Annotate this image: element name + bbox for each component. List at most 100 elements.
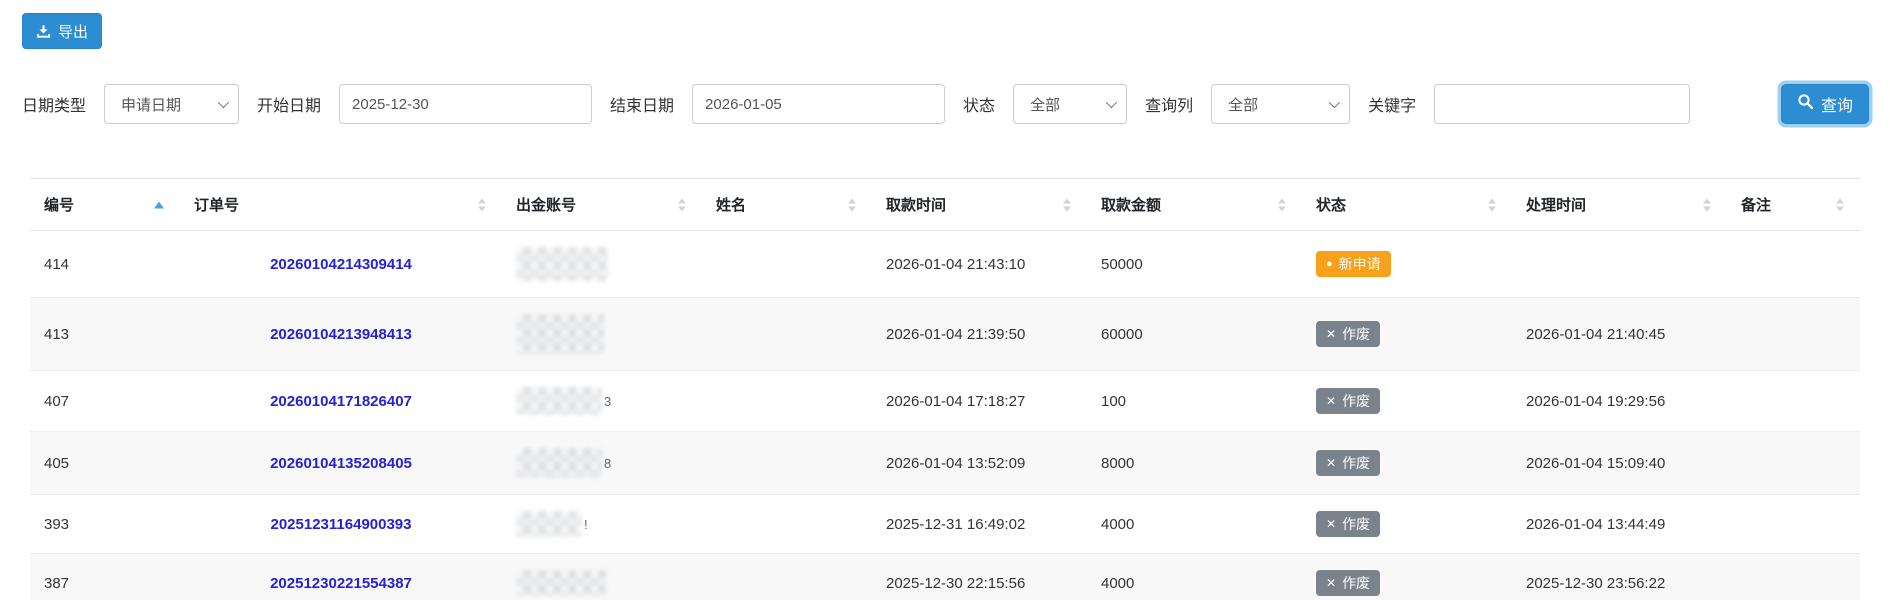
query-column-selected-value: 全部 xyxy=(1228,94,1258,115)
cell-account xyxy=(502,231,702,298)
column-header-label: 取款金额 xyxy=(1101,197,1161,214)
chevron-down-icon xyxy=(1106,97,1117,108)
column-header-account[interactable]: 出金账号 xyxy=(502,179,702,231)
column-header-order-no[interactable]: 订单号 xyxy=(180,179,502,231)
order-number-link[interactable]: 20251231164900393 xyxy=(271,516,412,533)
order-number-link[interactable]: 20251230221554387 xyxy=(270,575,412,592)
download-icon xyxy=(36,24,51,39)
cell-withdraw-time: 2025-12-30 22:15:56 xyxy=(872,554,1087,600)
cell-amount: 50000 xyxy=(1087,231,1302,298)
cell-process-time: 2026-01-04 21:40:45 xyxy=(1512,298,1727,371)
keyword-label: 关键字 xyxy=(1368,92,1416,116)
cell-amount: 8000 xyxy=(1087,432,1302,495)
status-badge-label: 新申请 xyxy=(1339,257,1381,271)
caret-updown-icon xyxy=(1488,198,1496,211)
order-number-link[interactable]: 20260104214309414 xyxy=(270,256,412,273)
date-type-label: 日期类型 xyxy=(22,92,86,116)
cell-remark xyxy=(1727,298,1860,371)
x-icon: ✕ xyxy=(1326,395,1336,407)
cell-order-no: 20260104213948413 xyxy=(180,298,502,371)
chevron-down-icon xyxy=(218,97,229,108)
x-icon: ✕ xyxy=(1326,457,1336,469)
caret-up-icon xyxy=(154,201,164,208)
column-header-name[interactable]: 姓名 xyxy=(702,179,872,231)
cell-amount: 4000 xyxy=(1087,554,1302,600)
caret-updown-icon xyxy=(848,198,856,211)
status-selected-value: 全部 xyxy=(1030,94,1060,115)
cell-status: ●新申请 xyxy=(1302,231,1512,298)
search-button-label: 查询 xyxy=(1821,92,1853,116)
caret-updown-icon xyxy=(678,198,686,211)
cell-withdraw-time: 2026-01-04 13:52:09 xyxy=(872,432,1087,495)
cell-order-no: 20260104135208405 xyxy=(180,432,502,495)
toolbar: 导出 xyxy=(0,13,1890,49)
status-badge: ✕作废 xyxy=(1316,321,1380,347)
cell-account xyxy=(502,554,702,600)
account-redacted-blob xyxy=(516,387,602,415)
status-badge-label: 作废 xyxy=(1342,576,1370,590)
cell-remark xyxy=(1727,432,1860,495)
x-icon: ✕ xyxy=(1326,518,1336,530)
column-header-remark[interactable]: 备注 xyxy=(1727,179,1860,231)
column-header-withdraw-time[interactable]: 取款时间 xyxy=(872,179,1087,231)
status-select[interactable]: 全部 xyxy=(1013,84,1127,124)
column-header-amount[interactable]: 取款金额 xyxy=(1087,179,1302,231)
date-type-select[interactable]: 申请日期 xyxy=(104,84,239,124)
column-header-label: 备注 xyxy=(1741,197,1771,214)
status-badge: ✕作废 xyxy=(1316,388,1380,414)
date-type-selected-value: 申请日期 xyxy=(121,94,181,115)
cell-order-no: 20251230221554387 xyxy=(180,554,502,600)
cell-account: 8 xyxy=(502,432,702,495)
status-badge: ✕作废 xyxy=(1316,570,1380,596)
column-header-label: 订单号 xyxy=(194,197,239,214)
search-button[interactable]: 查询 xyxy=(1781,84,1869,124)
cell-id: 393 xyxy=(30,495,180,554)
cell-id: 387 xyxy=(30,554,180,600)
order-number-link[interactable]: 20260104171826407 xyxy=(270,393,412,410)
cell-process-time: 2026-01-04 19:29:56 xyxy=(1512,371,1727,432)
end-date-input[interactable] xyxy=(692,84,945,124)
cell-name xyxy=(702,298,872,371)
account-fragment: 3 xyxy=(604,394,611,409)
cell-order-no: 20251231164900393 xyxy=(180,495,502,554)
column-header-label: 处理时间 xyxy=(1526,197,1586,214)
chevron-down-icon xyxy=(1329,97,1340,108)
column-header-process-time[interactable]: 处理时间 xyxy=(1512,179,1727,231)
order-number-link[interactable]: 20260104213948413 xyxy=(270,326,412,343)
account-redacted-blob xyxy=(516,314,604,354)
export-button[interactable]: 导出 xyxy=(22,13,102,49)
caret-updown-icon xyxy=(1703,198,1711,211)
cell-amount: 4000 xyxy=(1087,495,1302,554)
caret-updown-icon xyxy=(1063,198,1071,211)
order-number-link[interactable]: 20260104135208405 xyxy=(270,455,412,472)
cell-process-time: 2026-01-04 15:09:40 xyxy=(1512,432,1727,495)
cell-status: ✕作废 xyxy=(1302,298,1512,371)
status-badge: ●新申请 xyxy=(1316,251,1391,277)
withdrawal-table: 编号 订单号 出金账号 姓名 取款时间 xyxy=(30,178,1860,600)
filter-bar: 日期类型 申请日期 开始日期 结束日期 状态 全部 查询列 全部 关键字 xyxy=(0,84,1890,124)
keyword-input[interactable] xyxy=(1434,84,1690,124)
status-badge-label: 作废 xyxy=(1342,517,1370,531)
query-column-select[interactable]: 全部 xyxy=(1211,84,1350,124)
cell-name xyxy=(702,371,872,432)
account-redacted-blob xyxy=(516,448,602,478)
cell-account xyxy=(502,298,702,371)
cell-remark xyxy=(1727,231,1860,298)
column-header-status[interactable]: 状态 xyxy=(1302,179,1512,231)
status-badge: ✕ 作废 xyxy=(1316,511,1380,537)
cell-status: ✕作废 xyxy=(1302,554,1512,600)
start-date-input[interactable] xyxy=(339,84,592,124)
status-badge: ✕作废 xyxy=(1316,450,1380,476)
column-header-id[interactable]: 编号 xyxy=(30,179,180,231)
cell-order-no: 20260104171826407 xyxy=(180,371,502,432)
cell-id: 413 xyxy=(30,298,180,371)
cell-withdraw-time: 2025-12-31 16:49:02 xyxy=(872,495,1087,554)
cell-status: ✕作废 xyxy=(1302,371,1512,432)
cell-name xyxy=(702,231,872,298)
cell-withdraw-time: 2026-01-04 21:43:10 xyxy=(872,231,1087,298)
cell-amount: 60000 xyxy=(1087,298,1302,371)
caret-updown-icon xyxy=(1278,198,1286,211)
export-button-label: 导出 xyxy=(58,21,88,42)
account-redacted-blob xyxy=(516,511,582,537)
cell-id: 414 xyxy=(30,231,180,298)
